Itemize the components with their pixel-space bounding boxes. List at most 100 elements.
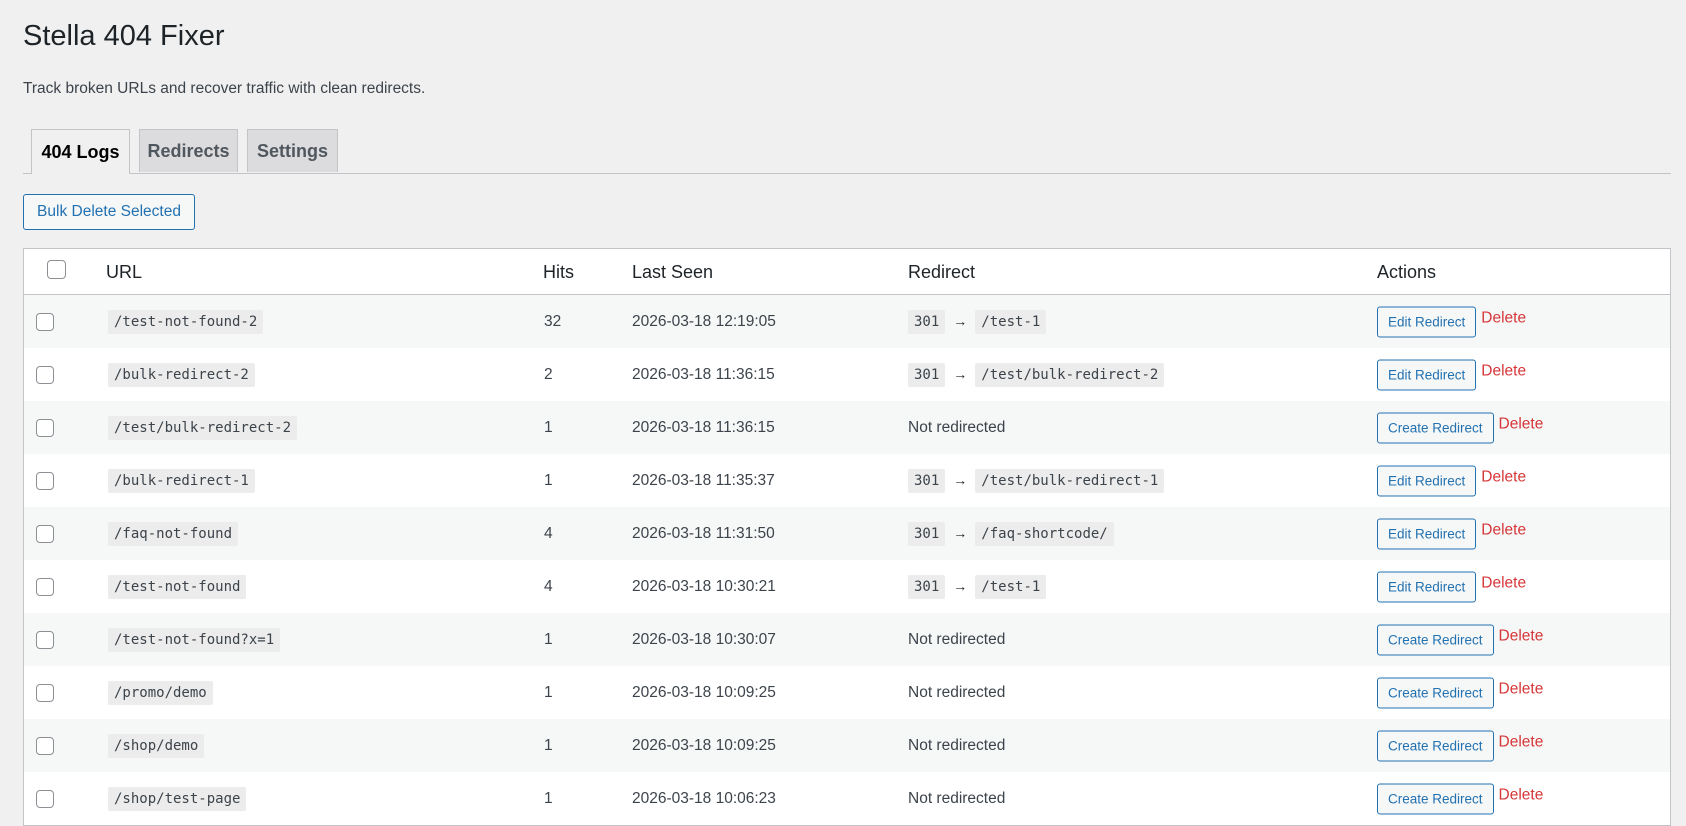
- not-redirected-label: Not redirected: [908, 683, 1006, 701]
- tab-bar: 404 Logs Redirects Settings: [23, 129, 1671, 174]
- tab-settings[interactable]: Settings: [247, 129, 338, 172]
- redirect-code: 301: [908, 574, 946, 599]
- tab-redirects[interactable]: Redirects: [139, 129, 238, 172]
- edit-redirect-button[interactable]: Edit Redirect: [1377, 465, 1477, 496]
- edit-redirect-button[interactable]: Edit Redirect: [1377, 359, 1477, 390]
- redirect-code: 301: [908, 309, 946, 334]
- url-value: /promo/demo: [108, 680, 213, 705]
- column-header-hits: Hits: [543, 262, 574, 282]
- delete-link[interactable]: Delete: [1481, 363, 1526, 380]
- redirect-code: 301: [908, 521, 946, 546]
- edit-redirect-button[interactable]: Edit Redirect: [1377, 306, 1477, 337]
- redirect-cell: Not redirected: [908, 737, 1005, 755]
- row-checkbox[interactable]: [36, 471, 54, 490]
- actions-cell: Create Redirect Delete: [1377, 783, 1543, 814]
- row-checkbox[interactable]: [36, 630, 54, 649]
- row-checkbox[interactable]: [36, 736, 54, 755]
- last-seen-value: 2026-03-18 11:31:50: [632, 524, 775, 542]
- hits-value: 1: [544, 683, 553, 701]
- delete-link[interactable]: Delete: [1481, 575, 1526, 592]
- row-checkbox[interactable]: [36, 577, 54, 596]
- row-checkbox[interactable]: [36, 365, 54, 384]
- bulk-delete-button[interactable]: Bulk Delete Selected: [23, 194, 195, 230]
- delete-link[interactable]: Delete: [1499, 681, 1544, 698]
- actions-cell: Edit Redirect Delete: [1377, 306, 1526, 337]
- url-value: /shop/test-page: [108, 786, 247, 811]
- table-header: URL Hits Last Seen Redirect Actions: [24, 249, 1670, 295]
- create-redirect-button[interactable]: Create Redirect: [1377, 783, 1494, 814]
- redirect-cell: 301 → /test/bulk-redirect-2: [908, 362, 1165, 387]
- redirect-cell: 301 → /test-1: [908, 309, 1047, 334]
- actions-cell: Edit Redirect Delete: [1377, 518, 1526, 549]
- redirect-target: /faq-shortcode/: [975, 521, 1114, 546]
- create-redirect-button[interactable]: Create Redirect: [1377, 412, 1494, 443]
- delete-link[interactable]: Delete: [1481, 522, 1526, 539]
- table-row: /test-not-found 4 2026-03-18 10:30:21 301 → /…: [24, 560, 1670, 613]
- row-checkbox[interactable]: [36, 683, 54, 702]
- last-seen-value: 2026-03-18 11:35:37: [632, 471, 775, 489]
- hits-value: 4: [544, 524, 553, 542]
- arrow-icon: →: [953, 577, 968, 594]
- hits-value: 1: [544, 736, 553, 754]
- table-row: /test-not-found?x=1 1 2026-03-18 10:30:07 N…: [24, 613, 1670, 666]
- hits-value: 32: [544, 312, 562, 330]
- arrow-icon: →: [953, 312, 968, 329]
- table-row: /test-not-found-2 32 2026-03-18 12:19:05 30…: [24, 295, 1670, 348]
- table-row: /test/bulk-redirect-2 1 2026-03-18 11:36:1…: [24, 401, 1670, 454]
- edit-redirect-button[interactable]: Edit Redirect: [1377, 571, 1477, 602]
- select-all-checkbox[interactable]: [47, 260, 66, 279]
- actions-cell: Edit Redirect Delete: [1377, 571, 1526, 602]
- edit-redirect-button[interactable]: Edit Redirect: [1377, 518, 1477, 549]
- url-value: /shop/demo: [108, 733, 205, 758]
- column-header-redirect: Redirect: [908, 262, 976, 282]
- table-row: /faq-not-found 4 2026-03-18 11:31:50 301 → /f…: [24, 507, 1670, 560]
- row-checkbox[interactable]: [36, 789, 54, 808]
- create-redirect-button[interactable]: Create Redirect: [1377, 624, 1494, 655]
- url-value: /test/bulk-redirect-2: [108, 415, 298, 440]
- hits-value: 1: [544, 418, 553, 436]
- last-seen-value: 2026-03-18 10:09:25: [632, 736, 776, 754]
- not-redirected-label: Not redirected: [908, 630, 1006, 648]
- table-row: /shop/test-page 1 2026-03-18 10:06:23 Not r…: [24, 772, 1670, 825]
- redirect-cell: Not redirected: [908, 631, 1005, 649]
- redirect-cell: 301 → /test/bulk-redirect-1: [908, 468, 1165, 493]
- delete-link[interactable]: Delete: [1499, 787, 1544, 804]
- create-redirect-button[interactable]: Create Redirect: [1377, 730, 1494, 761]
- create-redirect-button[interactable]: Create Redirect: [1377, 677, 1494, 708]
- delete-link[interactable]: Delete: [1499, 734, 1544, 751]
- hits-value: 1: [544, 789, 553, 807]
- redirect-cell: 301 → /faq-shortcode/: [908, 521, 1114, 546]
- row-checkbox[interactable]: [36, 524, 54, 543]
- arrow-icon: →: [953, 471, 968, 488]
- hits-value: 1: [544, 471, 553, 489]
- row-checkbox[interactable]: [36, 312, 54, 331]
- delete-link[interactable]: Delete: [1481, 310, 1526, 327]
- redirect-target: /test/bulk-redirect-2: [975, 362, 1165, 387]
- hits-value: 1: [544, 630, 553, 648]
- url-value: /test-not-found: [108, 574, 247, 599]
- delete-link[interactable]: Delete: [1499, 628, 1544, 645]
- last-seen-value: 2026-03-18 12:19:05: [632, 312, 776, 330]
- actions-cell: Create Redirect Delete: [1377, 730, 1543, 761]
- last-seen-value: 2026-03-18 10:09:25: [632, 683, 776, 701]
- redirect-cell: Not redirected: [908, 684, 1005, 702]
- redirect-cell: Not redirected: [908, 419, 1005, 437]
- delete-link[interactable]: Delete: [1481, 469, 1526, 486]
- actions-cell: Edit Redirect Delete: [1377, 359, 1526, 390]
- actions-cell: Create Redirect Delete: [1377, 677, 1543, 708]
- hits-value: 4: [544, 577, 553, 595]
- table-row: /shop/demo 1 2026-03-18 10:09:25 Not redire…: [24, 719, 1670, 772]
- row-checkbox[interactable]: [36, 418, 54, 437]
- tab-404-logs[interactable]: 404 Logs: [31, 129, 130, 174]
- column-header-url: URL: [106, 262, 143, 282]
- redirect-target: /test-1: [975, 309, 1047, 334]
- redirect-target: /test-1: [975, 574, 1047, 599]
- delete-link[interactable]: Delete: [1499, 416, 1544, 433]
- table-row: /bulk-redirect-1 1 2026-03-18 11:35:37 301 →…: [24, 454, 1670, 507]
- actions-cell: Edit Redirect Delete: [1377, 465, 1526, 496]
- actions-cell: Create Redirect Delete: [1377, 624, 1543, 655]
- actions-cell: Create Redirect Delete: [1377, 412, 1543, 443]
- last-seen-value: 2026-03-18 11:36:15: [632, 418, 775, 436]
- redirect-cell: 301 → /test-1: [908, 574, 1047, 599]
- last-seen-value: 2026-03-18 10:06:23: [632, 789, 776, 807]
